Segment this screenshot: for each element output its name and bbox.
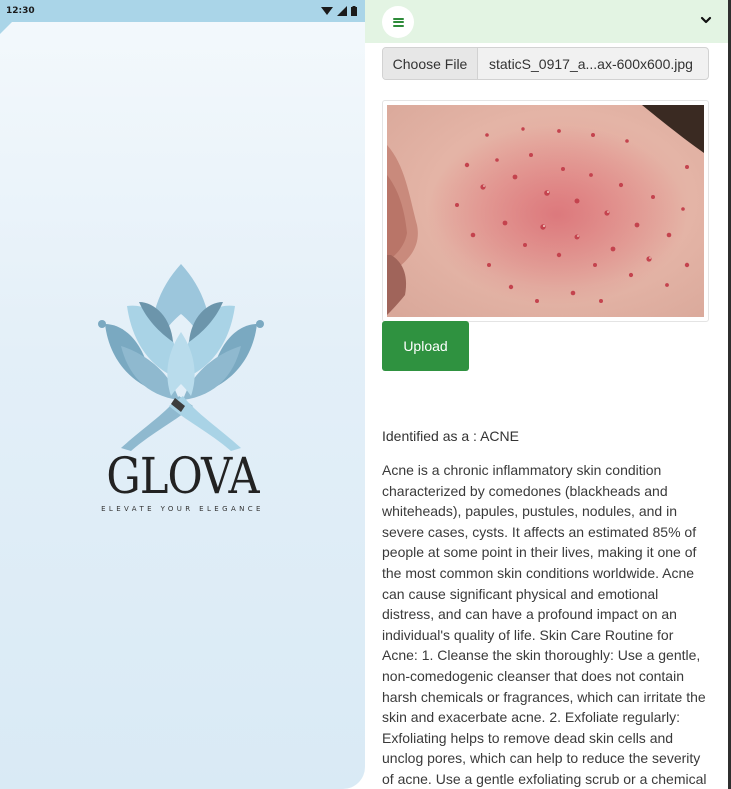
condition-description: Acne is a chronic inflammatory skin cond…	[382, 462, 707, 787]
lotus-logo-icon	[98, 264, 264, 451]
skin-analysis-page: Choose File staticS_0917_a...ax-600x600.…	[365, 0, 731, 789]
navbar	[365, 0, 728, 43]
wifi-icon	[321, 7, 333, 15]
selected-file-name: staticS_0917_a...ax-600x600.jpg	[489, 55, 693, 72]
image-preview	[382, 100, 709, 322]
choose-file-button[interactable]: Choose File	[383, 48, 478, 79]
upload-button[interactable]: Upload	[382, 321, 469, 371]
skin-photo-image	[387, 105, 704, 317]
result-label: Identified as a : ACNE	[382, 428, 519, 444]
status-corner	[0, 22, 12, 34]
file-input[interactable]: Choose File staticS_0917_a...ax-600x600.…	[382, 47, 709, 80]
status-icons	[321, 6, 357, 16]
splash-screen: 12:30 GLOVA ELEVATE YOUR ELEGANCE	[0, 0, 365, 789]
chevron-down-icon[interactable]	[699, 13, 713, 27]
status-bar: 12:30	[0, 0, 365, 22]
battery-icon	[351, 6, 357, 16]
menu-button[interactable]	[382, 6, 414, 38]
brand-tagline: ELEVATE YOUR ELEGANCE	[101, 505, 264, 513]
brand-name: GLOVA	[106, 447, 259, 505]
signal-icon	[337, 6, 347, 16]
status-time: 12:30	[6, 6, 35, 16]
hamburger-menu-icon	[392, 17, 404, 27]
